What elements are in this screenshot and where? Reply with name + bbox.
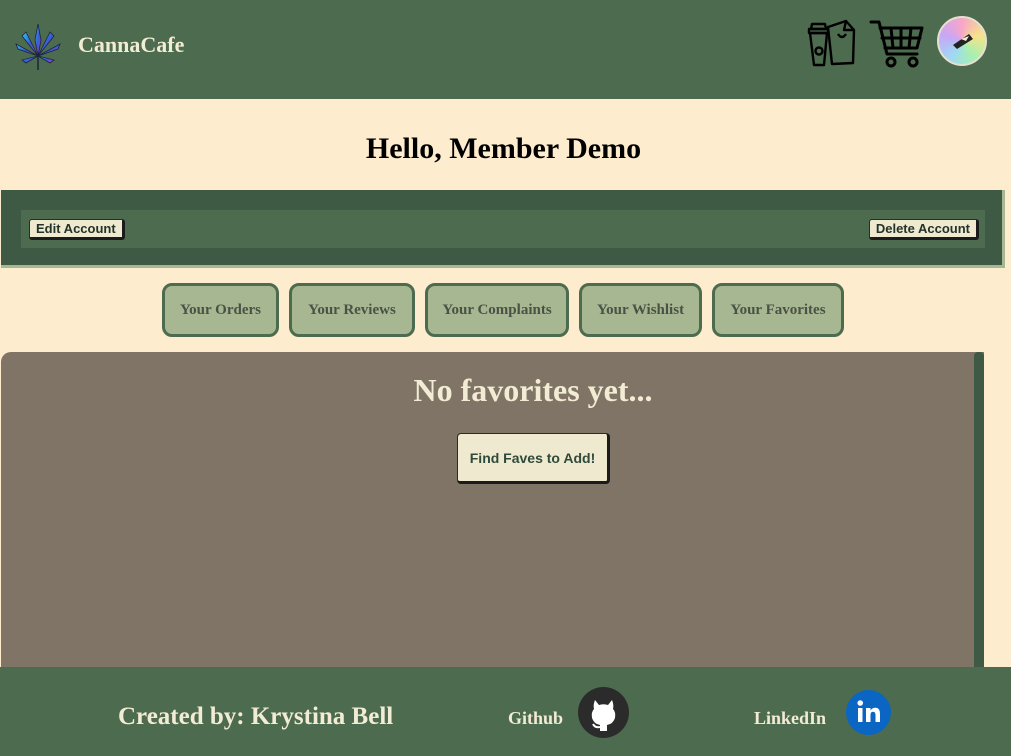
brand-name[interactable]: CannaCafe <box>78 32 184 58</box>
shopping-cart-icon[interactable] <box>869 18 925 68</box>
linkedin-icon[interactable] <box>846 690 891 735</box>
find-faves-button[interactable]: Find Faves to Add! <box>457 433 610 484</box>
account-bar: Edit Account Delete Account <box>1 190 1005 268</box>
cannabis-leaf-icon[interactable] <box>12 22 64 72</box>
edit-account-button[interactable]: Edit Account <box>29 219 125 240</box>
tab-orders[interactable]: Your Orders <box>162 283 279 337</box>
account-bar-inner: Edit Account Delete Account <box>21 210 985 248</box>
tab-reviews[interactable]: Your Reviews <box>289 283 415 337</box>
linkedin-link[interactable]: LinkedIn <box>754 708 826 729</box>
greeting-text: Hello, Member Demo <box>365 132 642 165</box>
tab-favorites[interactable]: Your Favorites <box>712 283 844 337</box>
profile-tabs: Your Orders Your Reviews Your Complaints… <box>0 283 1011 337</box>
user-avatar[interactable] <box>937 16 987 66</box>
github-link[interactable]: Github <box>508 708 563 729</box>
site-footer: Created by: Krystina Bell Github LinkedI… <box>0 667 1011 756</box>
site-header: CannaCafe <box>0 0 1011 99</box>
page-title: Hello, Member Demo <box>0 132 1011 166</box>
empty-state-message: No favorites yet... <box>413 372 653 408</box>
tab-complaints[interactable]: Your Complaints <box>425 283 569 337</box>
tab-wishlist[interactable]: Your Wishlist <box>579 283 702 337</box>
shopping-bag-coffee-icon[interactable] <box>806 18 858 68</box>
github-icon[interactable] <box>578 687 629 738</box>
footer-credit: Created by: Krystina Bell <box>118 703 394 730</box>
delete-account-button[interactable]: Delete Account <box>868 219 979 240</box>
